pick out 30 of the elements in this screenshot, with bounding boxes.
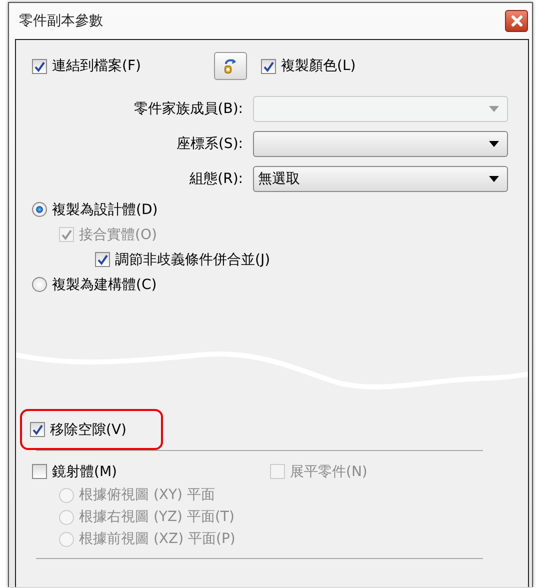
window-title: 零件副本參數 [19,12,103,30]
checkbox-label: 接合實體(O) [79,226,157,244]
dropdown-arrow-icon [489,141,499,147]
close-icon [510,15,522,27]
checkbox-label: 移除空隙(V) [50,420,127,438]
radio-button[interactable] [32,277,47,292]
close-button[interactable] [505,10,528,32]
checkbox-label: 複製顏色(L) [281,57,356,75]
link-options-button[interactable] [214,52,247,80]
radio-label: 根據右視圖 (YZ) 平面(T) [79,508,234,526]
dropdown-label: 零件家族成員(B): [132,100,243,118]
dropdown[interactable] [253,131,508,157]
dropdown[interactable]: 無選取 [253,166,508,192]
checkbox-label: 展平零件(N) [290,462,368,480]
checkbox[interactable] [261,58,276,74]
radio-label: 複製為設計體(D) [52,200,158,218]
dropdown-arrow-icon [489,106,499,112]
radio-label: 根據俯視圖 (XY) 平面 [79,486,215,504]
dropdown-label: 座標系(S): [175,135,243,153]
checkbox-label: 鏡射體(M) [52,462,118,480]
checkbox[interactable] [30,422,45,437]
checkbox-label: 連結到檔案(F) [52,57,141,75]
dropdown-arrow-icon [489,176,499,182]
radio-label: 根據前視圖 (XZ) 平面(P) [79,530,236,548]
checkbox[interactable] [32,464,47,479]
radio-button[interactable] [32,202,47,217]
checkbox[interactable] [32,58,47,74]
radio-label: 複製為建構體(C) [52,276,157,294]
dropdown-label: 組態(R): [188,170,243,188]
checkbox-label: 調節非歧義條件併合並(J) [115,250,270,268]
